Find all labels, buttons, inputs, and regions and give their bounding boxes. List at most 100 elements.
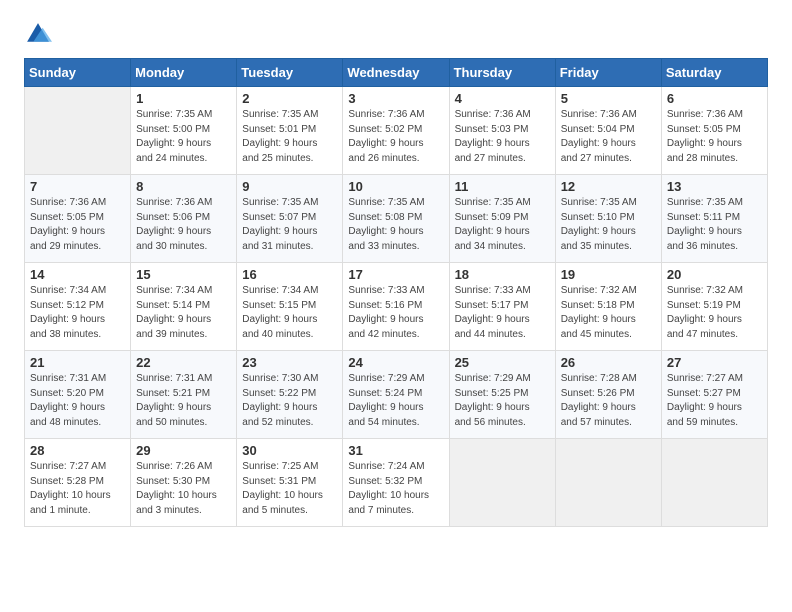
calendar-cell: 26Sunrise: 7:28 AM Sunset: 5:26 PM Dayli… [555, 351, 661, 439]
day-number: 31 [348, 443, 443, 458]
cell-info: Sunrise: 7:27 AM Sunset: 5:27 PM Dayligh… [667, 372, 762, 430]
cell-info: Sunrise: 7:35 AM Sunset: 5:10 PM Dayligh… [561, 196, 656, 254]
calendar-cell: 9 Sunrise: 7:35 AM Sunset: 5:07 PM Daylig… [237, 175, 343, 263]
day-number: 29 [136, 443, 231, 458]
cell-info: Sunrise: 7:28 AM Sunset: 5:26 PM Dayligh… [561, 372, 656, 430]
day-number: 6 [667, 91, 762, 106]
calendar-header-cell: Sunday [25, 59, 131, 87]
cell-info: Sunrise: 7:36 AM Sunset: 5:03 PM Dayligh… [455, 108, 550, 166]
calendar-cell: 1 Sunrise: 7:35 AM Sunset: 5:00 PM Daylig… [131, 87, 237, 175]
calendar-cell: 2Sunrise: 7:35 AM Sunset: 5:01 PM Daylig… [237, 87, 343, 175]
logo [24, 20, 56, 48]
cell-info: Sunrise: 7:35 AM Sunset: 5:11 PM Dayligh… [667, 196, 762, 254]
day-number: 11 [455, 179, 550, 194]
calendar-cell [449, 439, 555, 527]
day-number: 19 [561, 267, 656, 282]
day-number: 23 [242, 355, 337, 370]
day-number: 28 [30, 443, 125, 458]
cell-info: Sunrise: 7:29 AM Sunset: 5:25 PM Dayligh… [455, 372, 550, 430]
calendar-cell: 15 Sunrise: 7:34 AM Sunset: 5:14 PM Dayli… [131, 263, 237, 351]
cell-info: Sunrise: 7:36 AM Sunset: 5:05 PM Dayligh… [667, 108, 762, 166]
calendar-week-row: 7 Sunrise: 7:36 AM Sunset: 5:05 PM Daylig… [25, 175, 768, 263]
calendar-header-cell: Monday [131, 59, 237, 87]
cell-info: Sunrise: 7:35 AM Sunset: 5:09 PM Dayligh… [455, 196, 550, 254]
cell-info: Sunrise: 7:34 AM Sunset: 5:15 PM Dayligh… [242, 284, 337, 342]
day-number: 16 [242, 267, 337, 282]
cell-info: Sunrise: 7:35 AM Sunset: 5:08 PM Dayligh… [348, 196, 443, 254]
day-number: 12 [561, 179, 656, 194]
calendar-week-row: 14 Sunrise: 7:34 AM Sunset: 5:12 PM Dayli… [25, 263, 768, 351]
cell-info: Sunrise: 7:26 AM Sunset: 5:30 PM Dayligh… [136, 460, 231, 518]
calendar-cell: 29 Sunrise: 7:26 AM Sunset: 5:30 PM Dayli… [131, 439, 237, 527]
cell-info: Sunrise: 7:25 AM Sunset: 5:31 PM Dayligh… [242, 460, 337, 518]
calendar-cell: 7 Sunrise: 7:36 AM Sunset: 5:05 PM Daylig… [25, 175, 131, 263]
cell-info: Sunrise: 7:34 AM Sunset: 5:12 PM Dayligh… [30, 284, 125, 342]
day-number: 4 [455, 91, 550, 106]
day-number: 20 [667, 267, 762, 282]
cell-info: Sunrise: 7:36 AM Sunset: 5:05 PM Dayligh… [30, 196, 125, 254]
calendar-week-row: 21 Sunrise: 7:31 AM Sunset: 5:20 PM Dayli… [25, 351, 768, 439]
calendar-cell: 14 Sunrise: 7:34 AM Sunset: 5:12 PM Dayli… [25, 263, 131, 351]
calendar-cell: 8 Sunrise: 7:36 AM Sunset: 5:06 PM Daylig… [131, 175, 237, 263]
calendar-cell: 24Sunrise: 7:29 AM Sunset: 5:24 PM Dayli… [343, 351, 449, 439]
calendar-cell: 4 Sunrise: 7:36 AM Sunset: 5:03 PM Daylig… [449, 87, 555, 175]
calendar-cell: 6 Sunrise: 7:36 AM Sunset: 5:05 PM Daylig… [661, 87, 767, 175]
cell-info: Sunrise: 7:32 AM Sunset: 5:19 PM Dayligh… [667, 284, 762, 342]
cell-info: Sunrise: 7:36 AM Sunset: 5:04 PM Dayligh… [561, 108, 656, 166]
cell-info: Sunrise: 7:24 AM Sunset: 5:32 PM Dayligh… [348, 460, 443, 518]
calendar-header-row: SundayMondayTuesdayWednesdayThursdayFrid… [25, 59, 768, 87]
cell-info: Sunrise: 7:36 AM Sunset: 5:06 PM Dayligh… [136, 196, 231, 254]
calendar-cell: 28 Sunrise: 7:27 AM Sunset: 5:28 PM Dayli… [25, 439, 131, 527]
calendar-cell: 25 Sunrise: 7:29 AM Sunset: 5:25 PM Dayli… [449, 351, 555, 439]
cell-info: Sunrise: 7:33 AM Sunset: 5:16 PM Dayligh… [348, 284, 443, 342]
calendar-cell: 11 Sunrise: 7:35 AM Sunset: 5:09 PM Dayli… [449, 175, 555, 263]
calendar-cell: 30Sunrise: 7:25 AM Sunset: 5:31 PM Dayli… [237, 439, 343, 527]
logo-icon [24, 20, 52, 48]
calendar-week-row: 1 Sunrise: 7:35 AM Sunset: 5:00 PM Daylig… [25, 87, 768, 175]
day-number: 2 [242, 91, 337, 106]
day-number: 21 [30, 355, 125, 370]
day-number: 5 [561, 91, 656, 106]
calendar-header-cell: Saturday [661, 59, 767, 87]
calendar-header-cell: Wednesday [343, 59, 449, 87]
calendar-cell: 18Sunrise: 7:33 AM Sunset: 5:17 PM Dayli… [449, 263, 555, 351]
cell-info: Sunrise: 7:31 AM Sunset: 5:21 PM Dayligh… [136, 372, 231, 430]
calendar-cell: 5 Sunrise: 7:36 AM Sunset: 5:04 PM Daylig… [555, 87, 661, 175]
calendar-cell [661, 439, 767, 527]
calendar-cell: 20 Sunrise: 7:32 AM Sunset: 5:19 PM Dayli… [661, 263, 767, 351]
calendar-header-cell: Tuesday [237, 59, 343, 87]
day-number: 15 [136, 267, 231, 282]
calendar-cell: 10Sunrise: 7:35 AM Sunset: 5:08 PM Dayli… [343, 175, 449, 263]
cell-info: Sunrise: 7:35 AM Sunset: 5:00 PM Dayligh… [136, 108, 231, 166]
calendar-cell [555, 439, 661, 527]
calendar-cell: 17 Sunrise: 7:33 AM Sunset: 5:16 PM Dayli… [343, 263, 449, 351]
calendar-cell: 12 Sunrise: 7:35 AM Sunset: 5:10 PM Dayli… [555, 175, 661, 263]
cell-info: Sunrise: 7:27 AM Sunset: 5:28 PM Dayligh… [30, 460, 125, 518]
calendar-cell: 21 Sunrise: 7:31 AM Sunset: 5:20 PM Dayli… [25, 351, 131, 439]
calendar-cell [25, 87, 131, 175]
day-number: 14 [30, 267, 125, 282]
calendar-cell: 22 Sunrise: 7:31 AM Sunset: 5:21 PM Dayli… [131, 351, 237, 439]
header [24, 20, 768, 48]
day-number: 8 [136, 179, 231, 194]
calendar-cell: 27 Sunrise: 7:27 AM Sunset: 5:27 PM Dayli… [661, 351, 767, 439]
calendar-cell: 13 Sunrise: 7:35 AM Sunset: 5:11 PM Dayli… [661, 175, 767, 263]
day-number: 27 [667, 355, 762, 370]
calendar-cell: 23Sunrise: 7:30 AM Sunset: 5:22 PM Dayli… [237, 351, 343, 439]
day-number: 22 [136, 355, 231, 370]
day-number: 7 [30, 179, 125, 194]
calendar-table: SundayMondayTuesdayWednesdayThursdayFrid… [24, 58, 768, 527]
day-number: 3 [348, 91, 443, 106]
day-number: 24 [348, 355, 443, 370]
day-number: 17 [348, 267, 443, 282]
day-number: 9 [242, 179, 337, 194]
cell-info: Sunrise: 7:31 AM Sunset: 5:20 PM Dayligh… [30, 372, 125, 430]
cell-info: Sunrise: 7:35 AM Sunset: 5:07 PM Dayligh… [242, 196, 337, 254]
day-number: 25 [455, 355, 550, 370]
cell-info: Sunrise: 7:32 AM Sunset: 5:18 PM Dayligh… [561, 284, 656, 342]
day-number: 1 [136, 91, 231, 106]
cell-info: Sunrise: 7:34 AM Sunset: 5:14 PM Dayligh… [136, 284, 231, 342]
calendar-cell: 19 Sunrise: 7:32 AM Sunset: 5:18 PM Dayli… [555, 263, 661, 351]
calendar-header-cell: Friday [555, 59, 661, 87]
day-number: 13 [667, 179, 762, 194]
